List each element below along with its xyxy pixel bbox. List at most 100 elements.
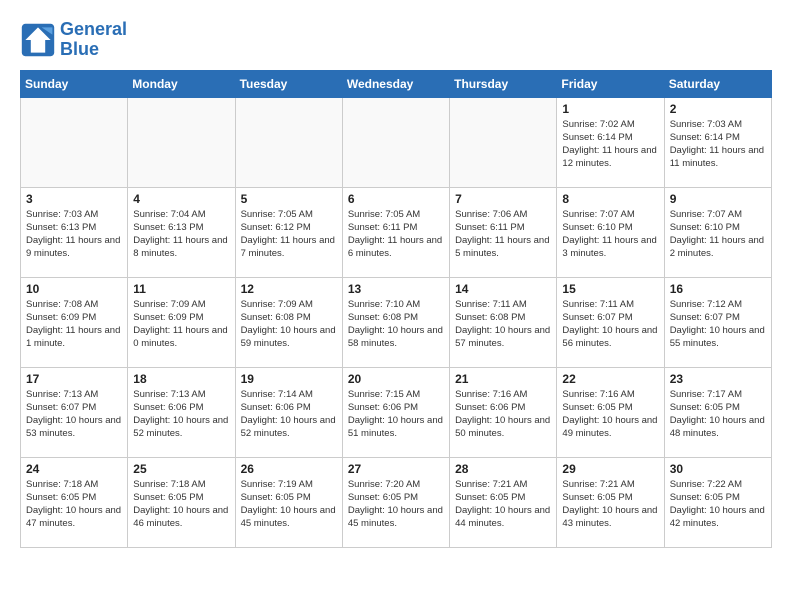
day-info: Sunrise: 7:12 AM Sunset: 6:07 PM Dayligh… [670, 298, 766, 351]
day-info: Sunrise: 7:03 AM Sunset: 6:13 PM Dayligh… [26, 208, 122, 261]
calendar-cell: 7 Sunrise: 7:06 AM Sunset: 6:11 PM Daylig… [450, 187, 557, 277]
day-number: 30 [670, 462, 766, 476]
day-number: 6 [348, 192, 444, 206]
calendar-week-5: 24 Sunrise: 7:18 AM Sunset: 6:05 PM Dayli… [21, 457, 772, 547]
day-header-friday: Friday [557, 70, 664, 97]
calendar-cell: 12Sunrise: 7:09 AM Sunset: 6:08 PM Dayli… [235, 277, 342, 367]
calendar-cell: 26 Sunrise: 7:19 AM Sunset: 6:05 PM Dayli… [235, 457, 342, 547]
day-header-thursday: Thursday [450, 70, 557, 97]
day-info: Sunrise: 7:17 AM Sunset: 6:05 PM Dayligh… [670, 388, 766, 441]
calendar-cell: 8Sunrise: 7:07 AM Sunset: 6:10 PM Daylig… [557, 187, 664, 277]
day-info: Sunrise: 7:11 AM Sunset: 6:07 PM Dayligh… [562, 298, 658, 351]
day-info: Sunrise: 7:05 AM Sunset: 6:11 PM Dayligh… [348, 208, 444, 261]
calendar-week-4: 17 Sunrise: 7:13 AM Sunset: 6:07 PM Dayli… [21, 367, 772, 457]
calendar-cell: 21 Sunrise: 7:16 AM Sunset: 6:06 PM Dayli… [450, 367, 557, 457]
day-info: Sunrise: 7:07 AM Sunset: 6:10 PM Dayligh… [670, 208, 766, 261]
calendar-cell [128, 97, 235, 187]
calendar-cell: 22 Sunrise: 7:16 AM Sunset: 6:05 PM Dayli… [557, 367, 664, 457]
calendar-cell: 30 Sunrise: 7:22 AM Sunset: 6:05 PM Dayli… [664, 457, 771, 547]
day-info: Sunrise: 7:16 AM Sunset: 6:05 PM Dayligh… [562, 388, 658, 441]
calendar-cell: 23 Sunrise: 7:17 AM Sunset: 6:05 PM Dayli… [664, 367, 771, 457]
day-number: 26 [241, 462, 337, 476]
logo-text: General Blue [60, 20, 127, 60]
day-number: 27 [348, 462, 444, 476]
day-header-tuesday: Tuesday [235, 70, 342, 97]
calendar-week-1: 1Sunrise: 7:02 AM Sunset: 6:14 PM Daylig… [21, 97, 772, 187]
calendar-cell: 19 Sunrise: 7:14 AM Sunset: 6:06 PM Dayli… [235, 367, 342, 457]
calendar-cell: 24 Sunrise: 7:18 AM Sunset: 6:05 PM Dayli… [21, 457, 128, 547]
day-info: Sunrise: 7:06 AM Sunset: 6:11 PM Dayligh… [455, 208, 551, 261]
calendar-cell: 10Sunrise: 7:08 AM Sunset: 6:09 PM Dayli… [21, 277, 128, 367]
day-number: 5 [241, 192, 337, 206]
calendar-cell: 25 Sunrise: 7:18 AM Sunset: 6:05 PM Dayli… [128, 457, 235, 547]
day-number: 3 [26, 192, 122, 206]
day-number: 16 [670, 282, 766, 296]
calendar-cell: 14Sunrise: 7:11 AM Sunset: 6:08 PM Dayli… [450, 277, 557, 367]
calendar-header-row: SundayMondayTuesdayWednesdayThursdayFrid… [21, 70, 772, 97]
day-number: 20 [348, 372, 444, 386]
day-number: 12 [241, 282, 337, 296]
day-info: Sunrise: 7:15 AM Sunset: 6:06 PM Dayligh… [348, 388, 444, 441]
day-number: 18 [133, 372, 229, 386]
calendar-cell: 16 Sunrise: 7:12 AM Sunset: 6:07 PM Dayli… [664, 277, 771, 367]
logo-icon [20, 22, 56, 58]
day-info: Sunrise: 7:02 AM Sunset: 6:14 PM Dayligh… [562, 118, 658, 171]
day-info: Sunrise: 7:09 AM Sunset: 6:09 PM Dayligh… [133, 298, 229, 351]
day-info: Sunrise: 7:18 AM Sunset: 6:05 PM Dayligh… [133, 478, 229, 531]
day-info: Sunrise: 7:07 AM Sunset: 6:10 PM Dayligh… [562, 208, 658, 261]
calendar-week-2: 3 Sunrise: 7:03 AM Sunset: 6:13 PM Daylig… [21, 187, 772, 277]
day-info: Sunrise: 7:10 AM Sunset: 6:08 PM Dayligh… [348, 298, 444, 351]
day-info: Sunrise: 7:21 AM Sunset: 6:05 PM Dayligh… [562, 478, 658, 531]
day-header-sunday: Sunday [21, 70, 128, 97]
calendar-cell [21, 97, 128, 187]
day-number: 7 [455, 192, 551, 206]
day-header-monday: Monday [128, 70, 235, 97]
calendar-cell [450, 97, 557, 187]
day-number: 17 [26, 372, 122, 386]
day-number: 10 [26, 282, 122, 296]
day-number: 14 [455, 282, 551, 296]
day-info: Sunrise: 7:19 AM Sunset: 6:05 PM Dayligh… [241, 478, 337, 531]
day-number: 4 [133, 192, 229, 206]
day-number: 11 [133, 282, 229, 296]
calendar-cell: 17 Sunrise: 7:13 AM Sunset: 6:07 PM Dayli… [21, 367, 128, 457]
day-info: Sunrise: 7:03 AM Sunset: 6:14 PM Dayligh… [670, 118, 766, 171]
day-info: Sunrise: 7:21 AM Sunset: 6:05 PM Dayligh… [455, 478, 551, 531]
day-number: 29 [562, 462, 658, 476]
day-info: Sunrise: 7:13 AM Sunset: 6:06 PM Dayligh… [133, 388, 229, 441]
day-number: 2 [670, 102, 766, 116]
calendar-cell: 3 Sunrise: 7:03 AM Sunset: 6:13 PM Daylig… [21, 187, 128, 277]
day-number: 22 [562, 372, 658, 386]
day-number: 13 [348, 282, 444, 296]
calendar-cell: 20 Sunrise: 7:15 AM Sunset: 6:06 PM Dayli… [342, 367, 449, 457]
day-info: Sunrise: 7:05 AM Sunset: 6:12 PM Dayligh… [241, 208, 337, 261]
day-info: Sunrise: 7:16 AM Sunset: 6:06 PM Dayligh… [455, 388, 551, 441]
day-number: 25 [133, 462, 229, 476]
day-number: 9 [670, 192, 766, 206]
calendar-cell: 27Sunrise: 7:20 AM Sunset: 6:05 PM Dayli… [342, 457, 449, 547]
day-header-wednesday: Wednesday [342, 70, 449, 97]
day-info: Sunrise: 7:18 AM Sunset: 6:05 PM Dayligh… [26, 478, 122, 531]
day-number: 19 [241, 372, 337, 386]
page-header: General Blue [20, 20, 772, 60]
day-number: 21 [455, 372, 551, 386]
calendar-cell: 29 Sunrise: 7:21 AM Sunset: 6:05 PM Dayli… [557, 457, 664, 547]
day-header-saturday: Saturday [664, 70, 771, 97]
calendar-cell: 2 Sunrise: 7:03 AM Sunset: 6:14 PM Daylig… [664, 97, 771, 187]
calendar-table: SundayMondayTuesdayWednesdayThursdayFrid… [20, 70, 772, 548]
calendar-cell: 11 Sunrise: 7:09 AM Sunset: 6:09 PM Dayli… [128, 277, 235, 367]
day-number: 28 [455, 462, 551, 476]
calendar-cell: 13 Sunrise: 7:10 AM Sunset: 6:08 PM Dayli… [342, 277, 449, 367]
calendar-cell: 5 Sunrise: 7:05 AM Sunset: 6:12 PM Daylig… [235, 187, 342, 277]
day-number: 23 [670, 372, 766, 386]
day-number: 24 [26, 462, 122, 476]
day-info: Sunrise: 7:13 AM Sunset: 6:07 PM Dayligh… [26, 388, 122, 441]
calendar-cell [342, 97, 449, 187]
calendar-cell: 9 Sunrise: 7:07 AM Sunset: 6:10 PM Daylig… [664, 187, 771, 277]
day-number: 15 [562, 282, 658, 296]
day-info: Sunrise: 7:04 AM Sunset: 6:13 PM Dayligh… [133, 208, 229, 261]
day-info: Sunrise: 7:14 AM Sunset: 6:06 PM Dayligh… [241, 388, 337, 441]
calendar-cell: 15 Sunrise: 7:11 AM Sunset: 6:07 PM Dayli… [557, 277, 664, 367]
calendar-cell: 28 Sunrise: 7:21 AM Sunset: 6:05 PM Dayli… [450, 457, 557, 547]
day-info: Sunrise: 7:22 AM Sunset: 6:05 PM Dayligh… [670, 478, 766, 531]
